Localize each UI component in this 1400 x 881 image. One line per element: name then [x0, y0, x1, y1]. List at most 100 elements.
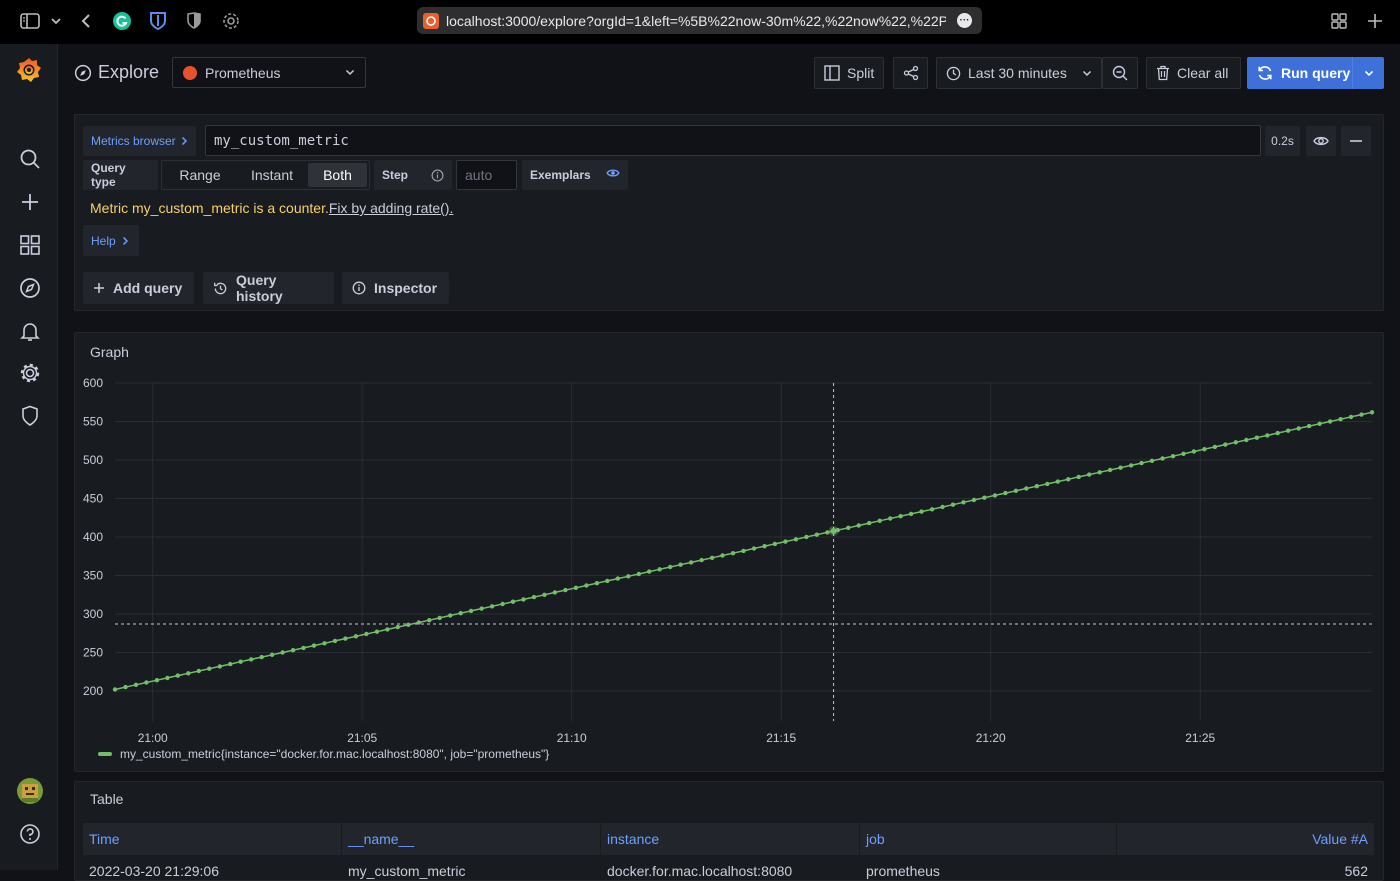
series-point: [1139, 461, 1143, 465]
series-point: [1108, 468, 1112, 472]
run-query-dropdown[interactable]: [1352, 57, 1384, 89]
inspector-button[interactable]: Inspector: [342, 272, 449, 304]
avatar[interactable]: [17, 778, 43, 804]
y-tick-label: 350: [83, 569, 103, 583]
series-point: [888, 516, 892, 520]
series-point: [1035, 484, 1039, 488]
back-icon[interactable]: [75, 10, 97, 32]
series-point: [783, 539, 787, 543]
column-header-time[interactable]: Time: [83, 823, 342, 855]
gear-icon[interactable]: [17, 360, 43, 386]
step-input[interactable]: auto: [456, 160, 517, 190]
query-type-instant[interactable]: Instant: [236, 163, 308, 187]
remove-query-button[interactable]: [1341, 126, 1371, 156]
time-range-picker[interactable]: Last 30 minutes: [936, 57, 1102, 89]
series-point: [668, 565, 672, 569]
series-point: [249, 657, 253, 661]
help-label: Help: [91, 234, 116, 248]
series-point: [322, 641, 326, 645]
more-icon[interactable]: ···: [957, 13, 972, 28]
eye-icon: [606, 168, 620, 178]
x-tick-label: 21:20: [976, 731, 1006, 745]
column-header-name[interactable]: __name__: [342, 823, 601, 855]
add-query-button[interactable]: Add query: [83, 272, 194, 304]
tab-overview-icon[interactable]: [1328, 10, 1350, 32]
series-point: [689, 560, 693, 564]
chart-legend[interactable]: my_custom_metric{instance="docker.for.ma…: [98, 747, 549, 761]
share-button[interactable]: [893, 57, 928, 89]
series-point: [260, 655, 264, 659]
columns-icon: [824, 65, 840, 81]
series-point: [438, 616, 442, 620]
split-button[interactable]: Split: [814, 57, 884, 89]
chevron-down-icon[interactable]: [45, 10, 67, 32]
series-point: [218, 664, 222, 668]
series-point: [553, 590, 557, 594]
shield-icon[interactable]: [183, 10, 205, 32]
column-header-instance[interactable]: instance: [601, 823, 860, 855]
inspector-label: Inspector: [374, 280, 437, 296]
zoom-out-button[interactable]: [1102, 57, 1138, 89]
plus-icon[interactable]: [17, 189, 43, 215]
help-button[interactable]: Help: [83, 225, 139, 256]
series-point: [762, 544, 766, 548]
hide-query-button[interactable]: [1306, 126, 1336, 156]
shield-icon[interactable]: [17, 403, 43, 429]
settings-icon[interactable]: [220, 10, 242, 32]
query-expression-input[interactable]: my_custom_metric: [205, 125, 1261, 156]
series-point: [1297, 426, 1301, 430]
series-point: [699, 558, 703, 562]
info-icon: [352, 281, 366, 295]
series-point: [312, 643, 316, 647]
series-point: [301, 646, 305, 650]
column-header-job[interactable]: job: [860, 823, 1117, 855]
series-point: [521, 597, 525, 601]
series-point: [846, 526, 850, 530]
series-point: [951, 503, 955, 507]
step-label: Step: [382, 168, 408, 182]
series-point: [574, 586, 578, 590]
dashboards-icon[interactable]: [17, 232, 43, 258]
query-type-range[interactable]: Range: [164, 163, 236, 187]
series-point: [1286, 429, 1290, 433]
run-query-button[interactable]: Run query: [1247, 57, 1384, 89]
exemplars-toggle[interactable]: Exemplars: [522, 160, 628, 190]
bitwarden-icon[interactable]: [147, 10, 169, 32]
run-query-label: Run query: [1281, 65, 1350, 81]
query-type-both[interactable]: Both: [308, 163, 367, 187]
series-point: [731, 551, 735, 555]
grafana-favicon-icon: [423, 13, 439, 29]
minus-icon: [1349, 140, 1363, 142]
series-point: [1077, 475, 1081, 479]
help-icon[interactable]: [17, 821, 43, 847]
series-point: [1338, 417, 1342, 421]
cell-instance: docker.for.mac.localhost:8080: [601, 857, 860, 881]
new-tab-icon[interactable]: [1364, 10, 1386, 32]
series-point: [197, 669, 201, 673]
legend-series-name: my_custom_metric{instance="docker.for.ma…: [120, 747, 549, 761]
grafana-logo-icon[interactable]: [15, 56, 43, 84]
grammarly-icon[interactable]: [111, 10, 133, 32]
column-header-value[interactable]: Value #A: [1117, 823, 1374, 855]
sidebar-toggle-icon[interactable]: [19, 10, 41, 32]
time-series-chart[interactable]: 200250300350400450500550600 21:0021:0521…: [75, 333, 1385, 773]
series-point: [291, 648, 295, 652]
metrics-browser-button[interactable]: Metrics browser: [83, 126, 196, 156]
plus-icon: [93, 282, 105, 294]
fix-rate-link[interactable]: Fix by adding rate().: [329, 200, 454, 216]
info-icon[interactable]: [431, 169, 444, 182]
graph-panel: Graph 200250300350400450500550600 21:002…: [74, 332, 1384, 772]
compass-icon[interactable]: [17, 275, 43, 301]
series-point: [207, 667, 211, 671]
run-query-main[interactable]: Run query: [1247, 57, 1352, 89]
bell-icon[interactable]: [17, 318, 43, 344]
series-point: [678, 563, 682, 567]
series-point: [1192, 449, 1196, 453]
datasource-picker[interactable]: Prometheus: [172, 57, 366, 88]
series-point: [909, 512, 913, 516]
query-history-button[interactable]: Query history: [203, 272, 334, 304]
address-bar[interactable]: localhost:3000/explore?orgId=1&left=%5B%…: [417, 7, 982, 34]
series-point: [123, 685, 127, 689]
search-icon[interactable]: [17, 146, 43, 172]
clear-all-button[interactable]: Clear all: [1146, 57, 1241, 89]
